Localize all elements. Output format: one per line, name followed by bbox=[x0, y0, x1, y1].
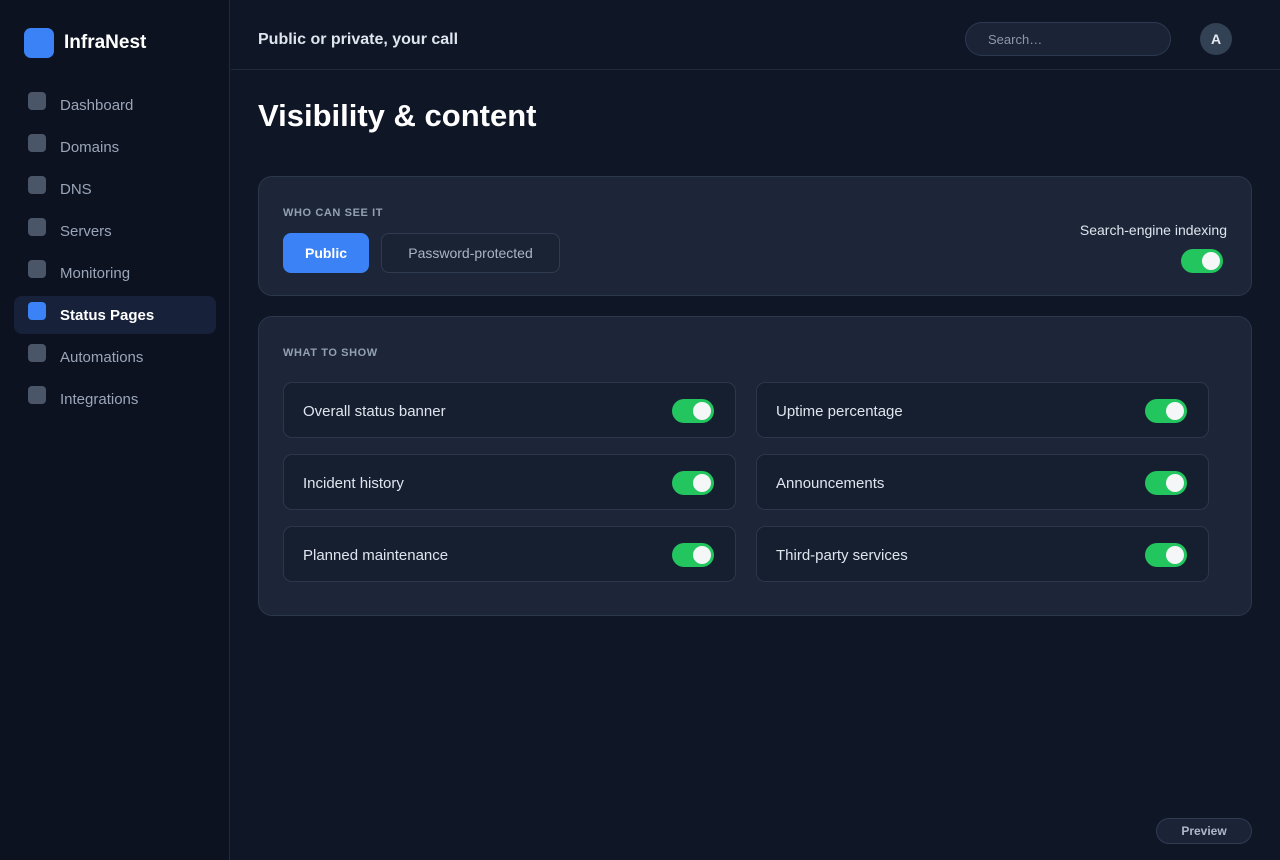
topbar-title: Public or private, your call bbox=[258, 31, 459, 48]
toggle-knob bbox=[693, 402, 711, 420]
option-label: Announcements bbox=[776, 475, 885, 492]
option-announcements: Announcements bbox=[756, 454, 1209, 510]
sidebar-item-label: Automations bbox=[60, 348, 144, 366]
sidebar-item-label: DNS bbox=[60, 180, 92, 198]
password-protected-option-button[interactable]: Password-protected bbox=[381, 233, 560, 273]
page-title: Visibility & content bbox=[258, 98, 537, 133]
status-pages-icon bbox=[28, 302, 46, 320]
sidebar-item-label: Domains bbox=[60, 138, 120, 156]
servers-icon bbox=[28, 218, 46, 236]
brand[interactable]: InfraNest bbox=[24, 28, 146, 58]
sidebar-item-status-pages[interactable]: Status Pages bbox=[14, 296, 216, 334]
option-overall-status-banner: Overall status banner bbox=[283, 382, 736, 438]
brand-name: InfraNest bbox=[64, 32, 147, 53]
search-engine-indexing-label: Search-engine indexing bbox=[1079, 222, 1227, 238]
incident-history-toggle[interactable] bbox=[672, 471, 714, 495]
dashboard-icon bbox=[28, 92, 46, 110]
visibility-card: WHO CAN SEE IT Public Password-protected… bbox=[258, 176, 1252, 296]
content-section-label: WHAT TO SHOW bbox=[283, 347, 378, 359]
sidebar-nav: Dashboard Domains DNS Servers Monitoring… bbox=[14, 86, 216, 422]
integrations-icon bbox=[28, 386, 46, 404]
topbar: Public or private, your call A bbox=[231, 0, 1280, 70]
announcements-toggle[interactable] bbox=[1145, 471, 1187, 495]
app-window: InfraNest Dashboard Domains DNS Servers … bbox=[0, 0, 1280, 860]
sidebar-item-servers[interactable]: Servers bbox=[14, 212, 216, 250]
third-party-services-toggle[interactable] bbox=[1145, 543, 1187, 567]
dns-icon bbox=[28, 176, 46, 194]
sidebar-item-automations[interactable]: Automations bbox=[14, 338, 216, 376]
toggle-knob bbox=[1166, 402, 1184, 420]
domains-icon bbox=[28, 134, 46, 152]
sidebar-item-label: Dashboard bbox=[60, 96, 134, 114]
sidebar-item-domains[interactable]: Domains bbox=[14, 128, 216, 166]
sidebar-item-integrations[interactable]: Integrations bbox=[14, 380, 216, 418]
toggle-knob bbox=[1166, 546, 1184, 564]
toggle-knob bbox=[693, 546, 711, 564]
option-incident-history: Incident history bbox=[283, 454, 736, 510]
option-uptime-percentage: Uptime percentage bbox=[756, 382, 1209, 438]
sidebar-item-dashboard[interactable]: Dashboard bbox=[14, 86, 216, 124]
sidebar: InfraNest Dashboard Domains DNS Servers … bbox=[0, 0, 230, 860]
option-label: Overall status banner bbox=[303, 403, 446, 420]
brand-logo-icon bbox=[24, 28, 54, 58]
sidebar-item-label: Servers bbox=[60, 222, 112, 240]
search-engine-indexing-toggle[interactable] bbox=[1181, 249, 1223, 273]
option-label: Planned maintenance bbox=[303, 547, 449, 564]
sidebar-item-label: Monitoring bbox=[60, 264, 131, 282]
uptime-percentage-toggle[interactable] bbox=[1145, 399, 1187, 423]
option-third-party-services: Third-party services bbox=[756, 526, 1209, 582]
sidebar-item-label: Integrations bbox=[60, 390, 139, 408]
sidebar-item-label: Status Pages bbox=[60, 306, 155, 324]
monitoring-icon bbox=[28, 260, 46, 278]
toggle-knob bbox=[1166, 474, 1184, 492]
option-label: Uptime percentage bbox=[776, 403, 903, 420]
preview-button[interactable]: Preview bbox=[1156, 818, 1252, 844]
overall-status-banner-toggle[interactable] bbox=[672, 399, 714, 423]
option-label: Incident history bbox=[303, 475, 404, 492]
toggle-knob bbox=[693, 474, 711, 492]
option-label: Third-party services bbox=[776, 547, 908, 564]
content-card: WHAT TO SHOW Overall status banner Uptim… bbox=[258, 316, 1252, 616]
visibility-section-label: WHO CAN SEE IT bbox=[283, 207, 384, 219]
automations-icon bbox=[28, 344, 46, 362]
public-option-button[interactable]: Public bbox=[283, 233, 369, 273]
sidebar-item-monitoring[interactable]: Monitoring bbox=[14, 254, 216, 292]
planned-maintenance-toggle[interactable] bbox=[672, 543, 714, 567]
avatar[interactable]: A bbox=[1200, 23, 1232, 55]
toggle-knob bbox=[1202, 252, 1220, 270]
sidebar-item-dns[interactable]: DNS bbox=[14, 170, 216, 208]
search-input[interactable] bbox=[965, 22, 1171, 56]
option-planned-maintenance: Planned maintenance bbox=[283, 526, 736, 582]
